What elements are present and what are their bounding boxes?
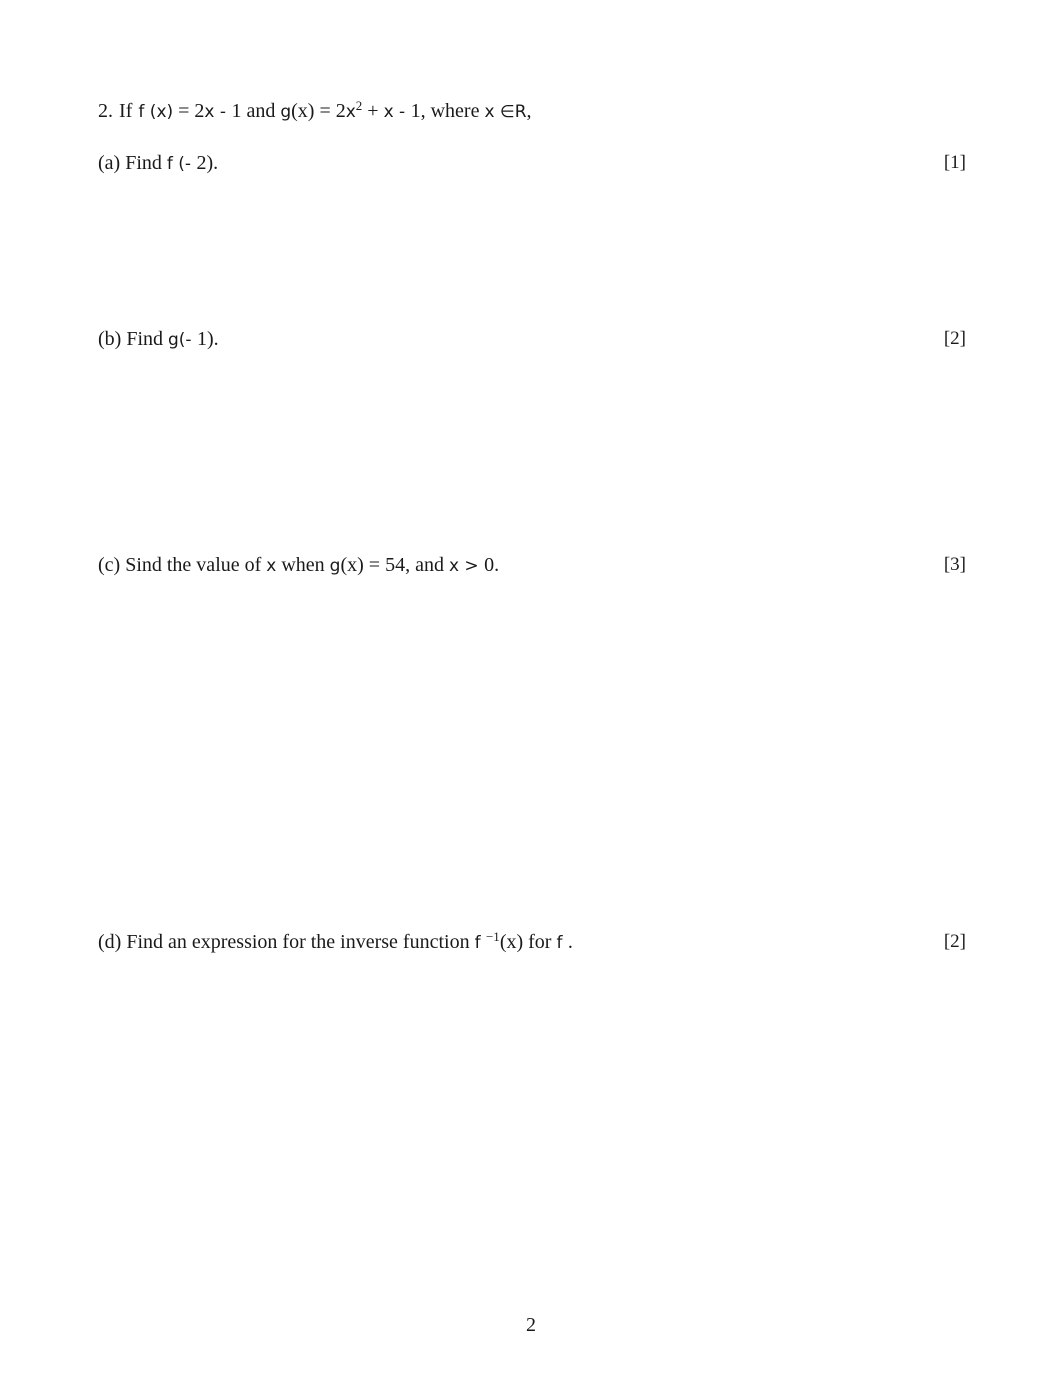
part-d-marks: [2]	[943, 931, 966, 952]
part-b: (b) Find g(- 1).	[98, 327, 219, 352]
x-minus-2: x -	[383, 102, 411, 122]
part-d-inverse-exponent: −1	[485, 929, 500, 944]
part-d-tail: .	[567, 931, 573, 953]
part-c: (c) Sind the value of x when g(x) = 54, …	[98, 553, 499, 578]
stem-comma: ,	[526, 100, 532, 122]
question-stem: 2. If f (x) = 2x - 1 and g(x) = 2x2 + x …	[98, 99, 532, 124]
page-number: 2	[526, 1314, 536, 1336]
part-d-f2: f	[556, 933, 568, 953]
part-c-label: (c) Sind the value of	[98, 554, 267, 576]
part-b-expr: g(-	[168, 330, 197, 350]
x-variable: x	[484, 102, 500, 122]
one-and: 1 and	[231, 100, 281, 122]
question-number: 2.	[98, 100, 113, 122]
part-c-g: g	[329, 556, 341, 576]
part-c-x: x	[266, 556, 277, 576]
part-b-tail: 1).	[196, 328, 219, 350]
part-a-expr: f (-	[166, 154, 197, 174]
part-c-condition: x >	[448, 556, 485, 576]
equals-2b: = 2	[314, 100, 346, 122]
part-d-for: for	[523, 931, 557, 953]
equals-2: = 2	[173, 100, 205, 122]
f-of-x: f (x)	[138, 102, 174, 122]
part-d-label: (d) Find an expression for the inverse f…	[98, 931, 475, 953]
part-c-gx: (x)	[340, 554, 364, 576]
part-b-marks: [2]	[943, 328, 966, 349]
x-minus: x -	[204, 102, 232, 122]
stem-if: If	[119, 100, 133, 122]
element-of-reals: ∈R	[499, 102, 527, 122]
x-squared-base: x	[345, 102, 356, 122]
part-d-f: f	[474, 933, 486, 953]
part-d: (d) Find an expression for the inverse f…	[98, 930, 573, 955]
part-d-fx: (x)	[499, 931, 524, 953]
part-b-label: (b) Find	[98, 328, 168, 350]
part-a-label: (a) Find	[98, 152, 167, 174]
part-a: (a) Find f (- 2).	[98, 151, 218, 176]
part-a-marks: [1]	[943, 152, 966, 173]
part-c-marks: [3]	[943, 554, 966, 575]
plus-sign: +	[362, 100, 384, 122]
part-c-tail: 0.	[484, 554, 500, 576]
g-symbol: g	[280, 102, 292, 122]
part-a-tail: 2).	[196, 152, 219, 174]
one-where: 1, where	[410, 100, 485, 122]
g-argument: (x)	[291, 100, 315, 122]
part-c-when: when	[276, 554, 330, 576]
part-c-eq: = 54, and	[363, 554, 449, 576]
